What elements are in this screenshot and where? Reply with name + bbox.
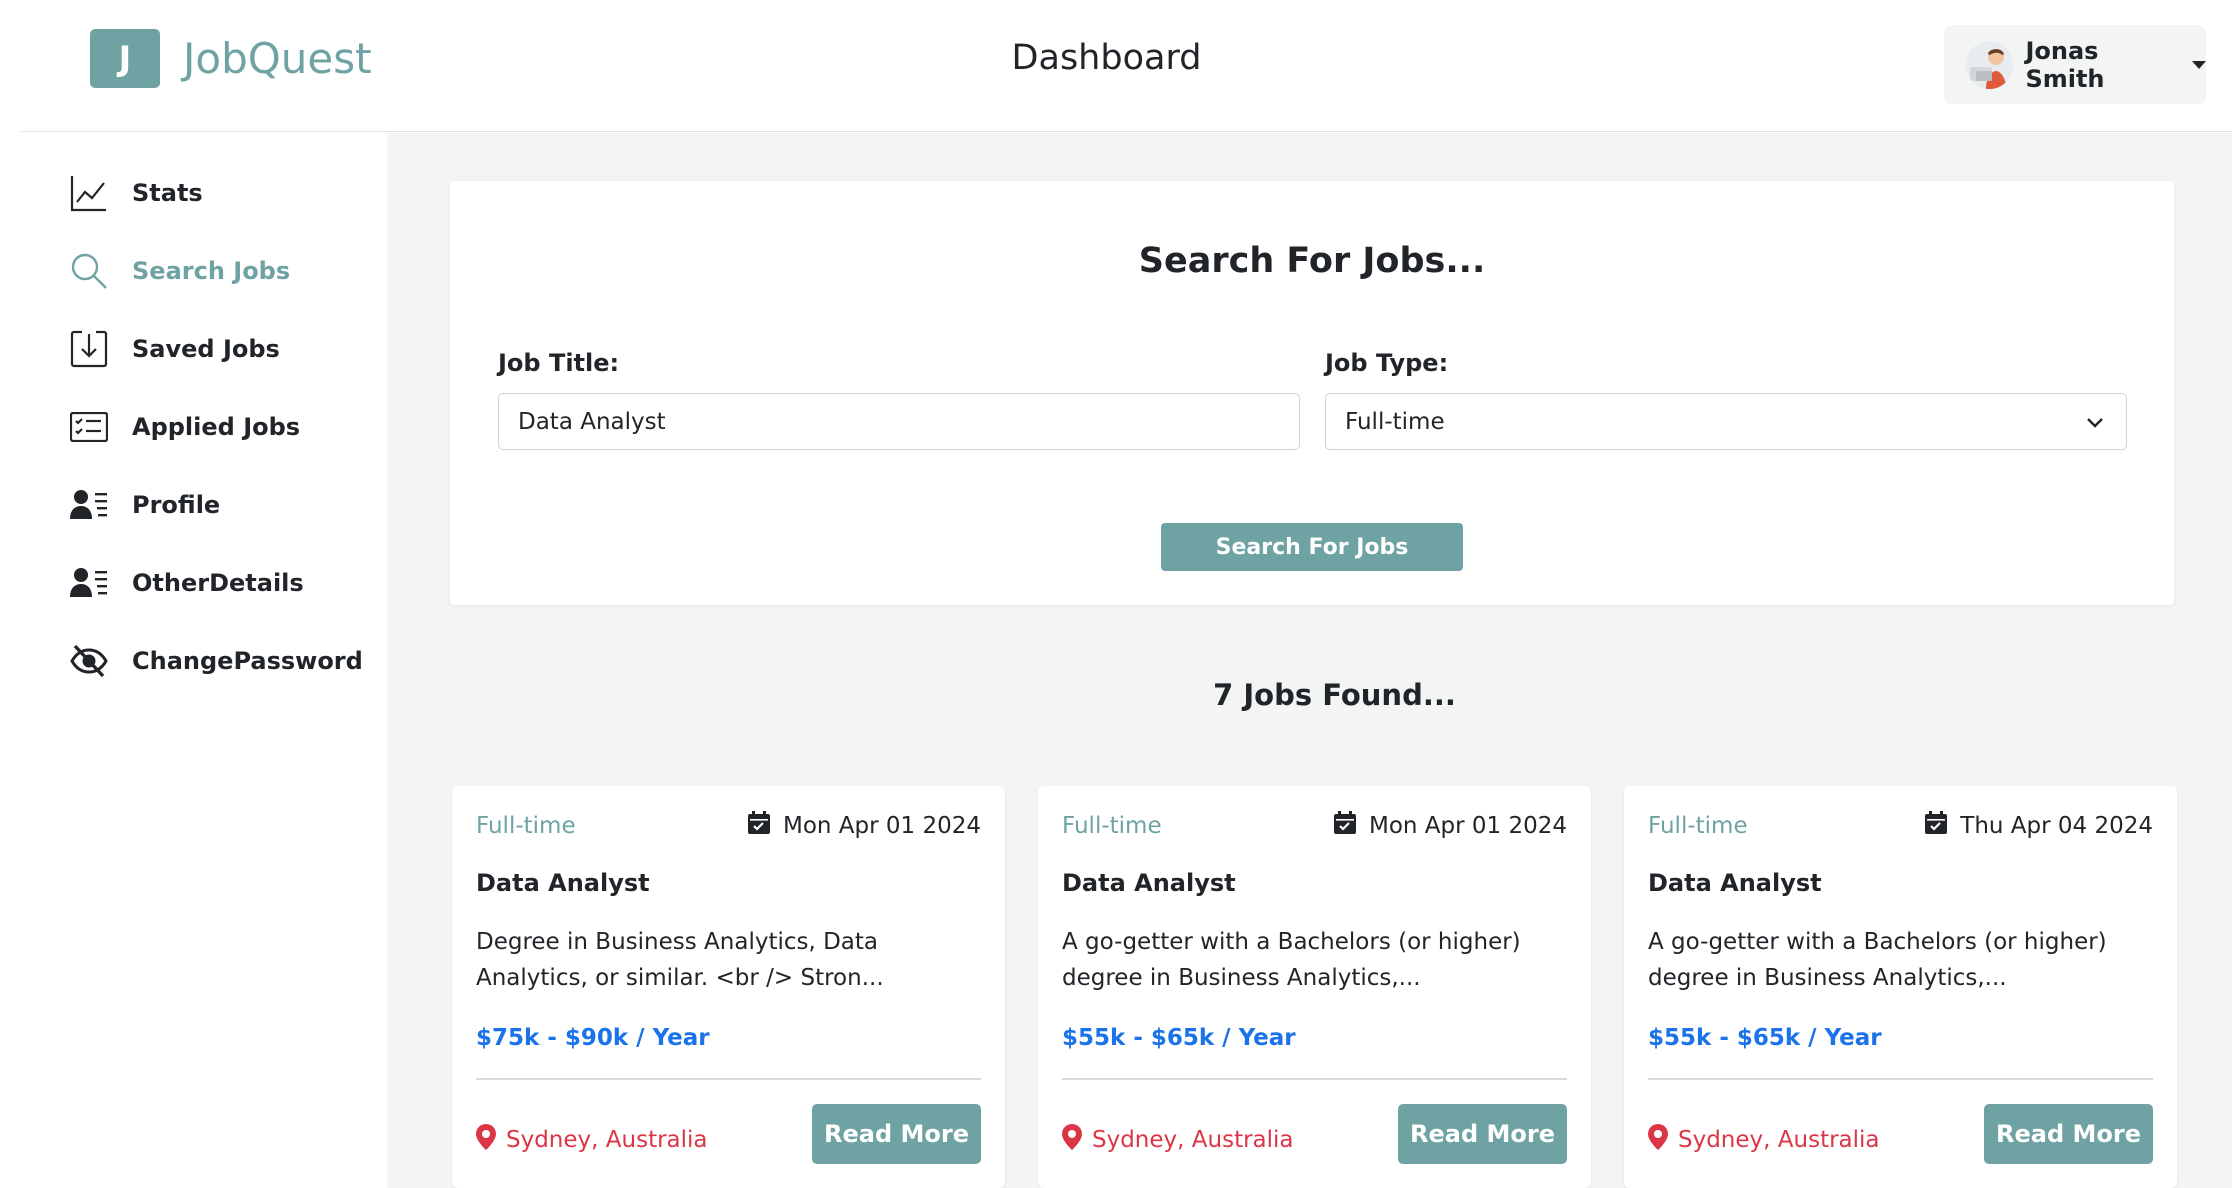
map-pin-icon	[476, 1124, 496, 1156]
map-pin-icon	[1062, 1124, 1082, 1156]
job-date-text: Mon Apr 01 2024	[1368, 813, 1567, 839]
job-location-text: Sydney, Australia	[1678, 1127, 1880, 1153]
job-date: Thu Apr 04 2024	[1924, 811, 2153, 841]
chart-line-icon	[69, 173, 109, 213]
job-description: A go-getter with a Bachelors (or higher)…	[1062, 929, 1521, 991]
job-location: Sydney, Australia	[1062, 1124, 1294, 1156]
sidebar-item-label: Stats	[132, 179, 203, 207]
results-heading: 7 Jobs Found...	[387, 678, 2232, 712]
sidebar-item-label: Search Jobs	[132, 257, 291, 285]
user-list-icon	[69, 485, 109, 525]
job-date-text: Thu Apr 04 2024	[1960, 813, 2153, 839]
main-content: Search For Jobs... Job Title: Job Type: …	[387, 133, 2232, 1188]
map-pin-icon	[1648, 1124, 1668, 1156]
job-type: Full-time	[476, 813, 576, 839]
job-type-select[interactable]: Full-time	[1325, 393, 2127, 450]
sidebar-item-stats[interactable]: Stats	[69, 173, 203, 213]
sidebar: Stats Search Jobs Saved Jobs Applied Job…	[21, 133, 386, 1188]
top-header: J JobQuest Dashboard Jonas Smith	[21, 0, 2232, 132]
job-card: Full-time Mon Apr 01 2024 Data Analyst D…	[452, 786, 1005, 1188]
job-type: Full-time	[1062, 813, 1162, 839]
app-root: J JobQuest Dashboard Jonas Smith Stats S…	[0, 0, 2232, 1188]
search-jobs-button[interactable]: Search For Jobs	[1161, 523, 1463, 571]
save-download-icon	[69, 329, 109, 369]
app-name: JobQuest	[183, 34, 372, 83]
user-name: Jonas Smith	[2025, 36, 2105, 93]
user-list-icon	[69, 563, 109, 603]
job-type: Full-time	[1648, 813, 1748, 839]
caret-down-icon	[2192, 60, 2206, 69]
job-salary: $55k - $65k / Year	[1062, 1025, 1296, 1051]
sidebar-item-applied-jobs[interactable]: Applied Jobs	[69, 407, 300, 447]
read-more-button[interactable]: Read More	[812, 1104, 981, 1164]
read-more-button[interactable]: Read More	[1398, 1104, 1567, 1164]
job-title-label: Job Title:	[498, 349, 620, 377]
eye-slash-icon	[69, 641, 109, 681]
calendar-check-icon	[1924, 811, 1948, 841]
divider	[476, 1078, 981, 1080]
read-more-button[interactable]: Read More	[1984, 1104, 2153, 1164]
sidebar-item-label: Saved Jobs	[132, 335, 280, 363]
job-card: Full-time Thu Apr 04 2024 Data Analyst A…	[1624, 786, 2177, 1188]
user-menu-button[interactable]: Jonas Smith	[1944, 25, 2206, 104]
job-date-text: Mon Apr 01 2024	[782, 813, 981, 839]
search-form-title: Search For Jobs...	[1138, 241, 1486, 281]
search-form-card: Search For Jobs... Job Title: Job Type: …	[450, 181, 2174, 605]
job-type-selected-value: Full-time	[1345, 408, 1445, 435]
job-location: Sydney, Australia	[1648, 1124, 1880, 1156]
list-check-icon	[69, 407, 109, 447]
job-location: Sydney, Australia	[476, 1124, 708, 1156]
job-location-text: Sydney, Australia	[506, 1127, 708, 1153]
job-title-input[interactable]	[498, 393, 1300, 450]
job-type-label: Job Type:	[1325, 349, 1449, 377]
sidebar-item-otherdetails[interactable]: OtherDetails	[69, 563, 304, 603]
results-count-text: 7 Jobs Found...	[1213, 678, 1456, 712]
calendar-check-icon	[747, 811, 771, 841]
calendar-check-icon	[1333, 811, 1357, 841]
sidebar-item-label: Profile	[132, 491, 221, 519]
search-icon	[69, 251, 109, 291]
avatar	[1966, 40, 2014, 89]
job-date: Mon Apr 01 2024	[1333, 811, 1567, 841]
sidebar-item-changepassword[interactable]: ChangePassword	[69, 641, 363, 681]
job-title: Data Analyst	[1648, 869, 1822, 897]
divider	[1062, 1078, 1567, 1080]
sidebar-item-label: OtherDetails	[132, 569, 304, 597]
job-salary: $55k - $65k / Year	[1648, 1025, 1882, 1051]
sidebar-item-saved-jobs[interactable]: Saved Jobs	[69, 329, 280, 369]
sidebar-item-search-jobs[interactable]: Search Jobs	[69, 251, 290, 291]
logo[interactable]: J JobQuest	[90, 29, 372, 88]
job-location-text: Sydney, Australia	[1092, 1127, 1294, 1153]
divider	[1648, 1078, 2153, 1080]
job-card: Full-time Mon Apr 01 2024 Data Analyst A…	[1038, 786, 1591, 1188]
job-title: Data Analyst	[476, 869, 650, 897]
logo-badge: J	[90, 29, 160, 88]
sidebar-item-label: Applied Jobs	[132, 413, 301, 441]
chevron-down-icon	[2086, 409, 2104, 435]
job-description: Degree in Business Analytics, Data Analy…	[476, 929, 884, 991]
sidebar-item-profile[interactable]: Profile	[69, 485, 220, 525]
page-title-text: Dashboard	[1011, 38, 1202, 78]
job-date: Mon Apr 01 2024	[747, 811, 981, 841]
job-title: Data Analyst	[1062, 869, 1236, 897]
job-salary: $75k - $90k / Year	[476, 1025, 710, 1051]
sidebar-item-label: ChangePassword	[132, 647, 363, 675]
job-description: A go-getter with a Bachelors (or higher)…	[1648, 929, 2107, 991]
